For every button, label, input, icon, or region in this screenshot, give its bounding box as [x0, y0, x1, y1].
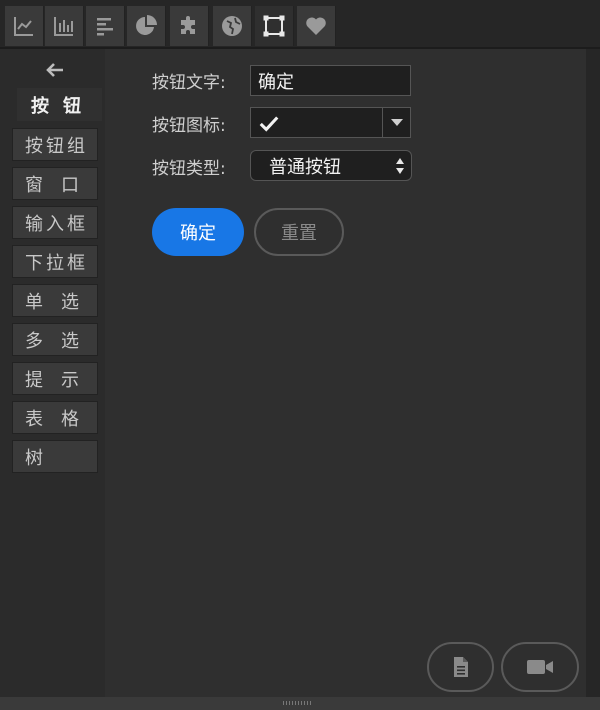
caret-down-icon — [390, 118, 403, 126]
confirm-button-label: 确定 — [180, 223, 216, 244]
sidebar-item-tree[interactable]: 树 — [12, 440, 98, 473]
tab-bounding-box[interactable] — [255, 6, 294, 46]
sidebar-item-button[interactable]: 按钮 — [17, 88, 102, 121]
bounding-box-icon — [263, 15, 285, 37]
sidebar-item-label: 树 — [25, 447, 46, 469]
tab-horizontal-bar-chart[interactable] — [86, 6, 125, 46]
sidebar-item-label: 多选 — [25, 330, 97, 352]
main-panel — [105, 49, 586, 697]
icon-dropdown-toggle[interactable] — [382, 108, 410, 137]
tab-heart[interactable] — [297, 6, 336, 46]
horizontal-bar-chart-icon — [97, 18, 113, 36]
button-type-select[interactable]: 普通按钮 — [250, 150, 412, 181]
document-button[interactable] — [427, 642, 494, 692]
puzzle-icon — [181, 16, 195, 34]
confirm-button[interactable]: 确定 — [152, 208, 244, 256]
line-chart-icon — [14, 17, 33, 36]
sidebar-item-label: 输入框 — [25, 213, 88, 235]
button-text-label: 按钮文字: — [152, 73, 226, 93]
sidebar-item-input[interactable]: 输入框 — [12, 206, 98, 239]
tab-line-chart[interactable] — [5, 6, 44, 46]
heart-icon — [306, 17, 326, 35]
button-icon-select[interactable] — [250, 107, 411, 138]
sidebar-item-label: 单选 — [25, 291, 97, 313]
video-button[interactable] — [501, 642, 579, 692]
button-type-value: 普通按钮 — [269, 156, 341, 178]
sidebar-item-button-group[interactable]: 按钮组 — [12, 128, 98, 161]
right-scroll-area — [586, 49, 600, 697]
resize-grip[interactable] — [283, 701, 313, 705]
button-type-label: 按钮类型: — [152, 159, 226, 179]
arrow-left-icon — [46, 63, 63, 77]
button-text-value: 确定 — [258, 71, 294, 93]
tab-bar-chart[interactable] — [45, 6, 84, 46]
pie-chart-icon — [136, 15, 157, 35]
reset-button-label: 重置 — [281, 223, 317, 244]
sidebar-item-label: 窗口 — [25, 174, 97, 196]
globe-icon — [222, 16, 242, 36]
sidebar-item-label: 按钮组 — [25, 135, 88, 157]
top-toolbar — [0, 0, 600, 48]
sidebar-item-tooltip[interactable]: 提示 — [12, 362, 98, 395]
sidebar-item-label: 下拉框 — [25, 252, 88, 274]
document-icon — [453, 657, 468, 677]
sidebar-item-dropdown[interactable]: 下拉框 — [12, 245, 98, 278]
tab-puzzle[interactable] — [170, 6, 209, 46]
check-icon — [259, 115, 279, 132]
sidebar-item-label: 提示 — [25, 369, 97, 391]
sidebar-item-label: 表格 — [25, 408, 97, 430]
tab-pie-chart[interactable] — [127, 6, 166, 46]
back-button[interactable] — [8, 53, 102, 87]
reset-button[interactable]: 重置 — [254, 208, 344, 256]
tab-globe[interactable] — [213, 6, 252, 46]
bar-chart-icon — [54, 17, 73, 36]
button-icon-label: 按钮图标: — [152, 116, 226, 136]
sidebar-item-radio[interactable]: 单选 — [12, 284, 98, 317]
up-down-arrows-icon — [396, 158, 404, 174]
sidebar-item-table[interactable]: 表格 — [12, 401, 98, 434]
button-text-input[interactable]: 确定 — [250, 65, 411, 96]
sidebar-item-window[interactable]: 窗口 — [12, 167, 98, 200]
sidebar-item-checkbox[interactable]: 多选 — [12, 323, 98, 356]
sidebar-item-label: 按钮 — [31, 95, 95, 117]
video-camera-icon — [527, 660, 553, 674]
